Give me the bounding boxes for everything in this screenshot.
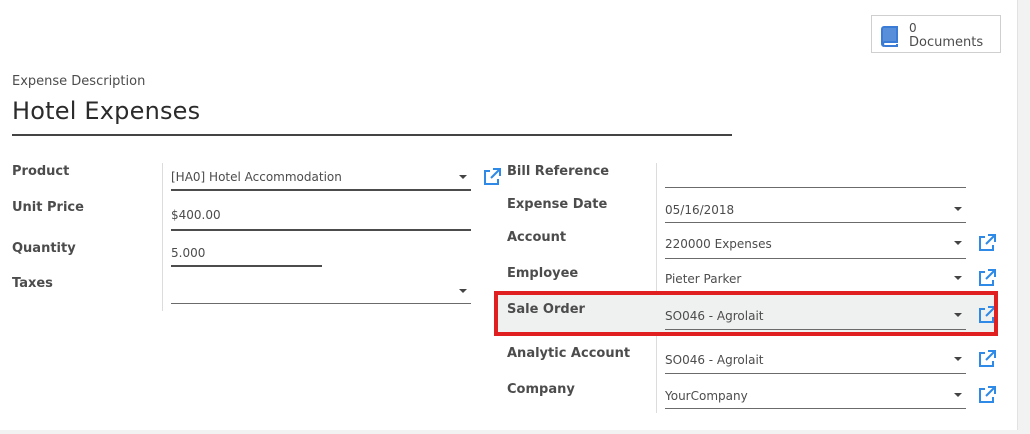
quantity-underline — [171, 265, 322, 267]
account-external-link-icon[interactable] — [977, 233, 997, 253]
bottom-edge — [0, 430, 1030, 434]
right-separator — [656, 163, 657, 413]
analytic-account-underline — [665, 373, 966, 374]
taxes-label: Taxes — [12, 276, 53, 291]
employee-caret-down-icon[interactable] — [954, 276, 962, 280]
employee-external-link-icon[interactable] — [977, 268, 997, 288]
unit-price-underline — [171, 229, 471, 231]
bill-reference-label: Bill Reference — [507, 164, 610, 179]
employee-value[interactable]: Pieter Parker — [665, 272, 741, 286]
expense-date-underline — [665, 222, 966, 223]
account-label: Account — [507, 230, 567, 245]
product-external-link-icon[interactable] — [482, 167, 502, 187]
analytic-account-label: Analytic Account — [507, 346, 631, 361]
sale-order-highlight-box — [494, 291, 998, 336]
company-external-link-icon[interactable] — [977, 385, 997, 405]
bill-reference-underline — [665, 187, 966, 188]
product-value[interactable]: [HA0] Hotel Accommodation — [171, 170, 342, 184]
account-value[interactable]: 220000 Expenses — [665, 237, 772, 251]
product-caret-down-icon[interactable] — [459, 175, 467, 179]
product-label: Product — [12, 164, 70, 179]
product-field-underline — [171, 189, 471, 191]
unit-price-value[interactable]: $400.00 — [171, 208, 221, 222]
company-underline — [665, 408, 966, 409]
taxes-underline — [171, 303, 471, 304]
account-caret-down-icon[interactable] — [954, 241, 962, 245]
expense-title[interactable]: Hotel Expenses — [12, 97, 200, 125]
analytic-account-caret-down-icon[interactable] — [954, 357, 962, 361]
expense-description-label: Expense Description — [12, 74, 146, 89]
expense-date-value[interactable]: 05/16/2018 — [665, 203, 734, 217]
quantity-label: Quantity — [12, 241, 76, 256]
expense-date-label: Expense Date — [507, 197, 608, 212]
quantity-value[interactable]: 5.000 — [171, 246, 205, 260]
documents-label: Documents — [909, 35, 984, 50]
title-underline — [12, 134, 732, 136]
company-caret-down-icon[interactable] — [954, 393, 962, 397]
documents-count: 0 — [909, 21, 917, 35]
analytic-account-value[interactable]: SO046 - Agrolait — [665, 353, 764, 367]
unit-price-label: Unit Price — [12, 200, 84, 215]
taxes-caret-down-icon[interactable] — [459, 289, 467, 293]
scrollbar-track[interactable] — [1017, 0, 1030, 434]
left-separator — [162, 163, 163, 311]
employee-label: Employee — [507, 266, 579, 281]
analytic-account-external-link-icon[interactable] — [977, 349, 997, 369]
account-underline — [665, 258, 966, 259]
company-value[interactable]: YourCompany — [665, 389, 748, 403]
book-icon — [881, 26, 898, 47]
company-label: Company — [507, 382, 575, 397]
documents-button[interactable]: 0 Documents — [871, 15, 1001, 53]
expense-date-caret-down-icon[interactable] — [954, 207, 962, 211]
